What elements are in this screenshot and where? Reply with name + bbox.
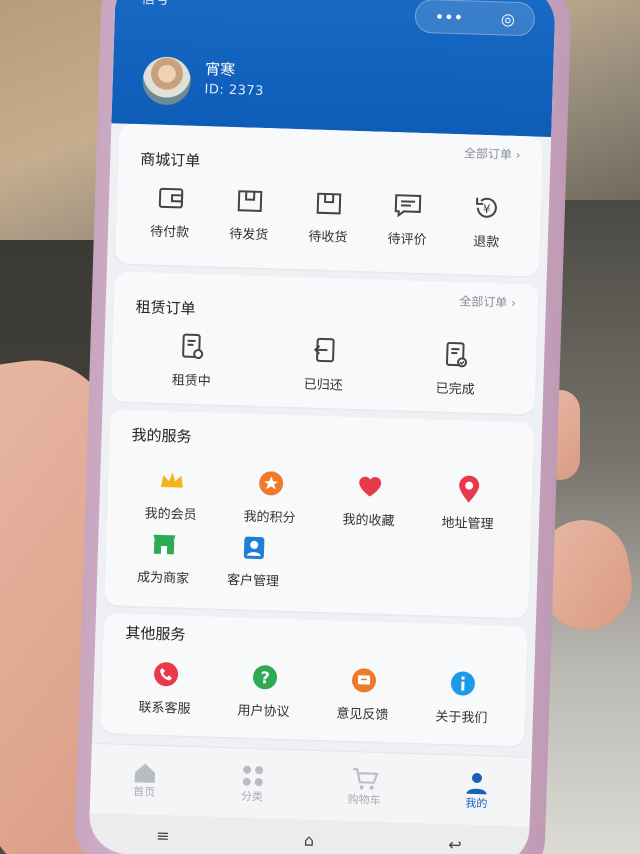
- order-pending-payment[interactable]: 待付款: [130, 182, 211, 241]
- rental-orders-card: 全部订单 › 租赁订单 租赁中 已归还 已完成: [110, 271, 539, 415]
- document-icon: [177, 331, 208, 362]
- other-services-title: 其他服务: [125, 623, 186, 644]
- tab-mine-label: 我的: [465, 796, 488, 810]
- home-icon: [134, 763, 155, 783]
- tab-category[interactable]: 分类: [240, 763, 265, 804]
- user-icon: [466, 772, 487, 794]
- rental-completed[interactable]: 已完成: [415, 339, 497, 398]
- order-pending-shipment[interactable]: 待发货: [209, 184, 290, 243]
- feedback-icon: [348, 665, 379, 696]
- service-address-label: 地址管理: [441, 515, 494, 533]
- package-icon: [314, 188, 345, 219]
- mini-program-capsule: ••• ◎: [414, 0, 536, 37]
- service-become-merchant-label: 成为商家: [136, 570, 190, 587]
- svg-text:?: ?: [260, 668, 270, 687]
- my-services-row-2: 成为商家 客户管理: [105, 527, 531, 597]
- order-pending-receipt[interactable]: 待收货: [288, 187, 369, 246]
- svg-text:¥: ¥: [483, 202, 491, 216]
- tab-home-label: 首页: [133, 784, 156, 799]
- cart-icon: [353, 767, 379, 790]
- rental-all-orders-link[interactable]: 全部订单 ›: [459, 292, 516, 311]
- phone: 信号 ••• ◎ 宵寒 ID: 2373 全部订单 › 商城订单 待付款 待发货: [73, 0, 573, 854]
- mall-orders-title: 商城订单: [139, 150, 201, 171]
- tab-cart-label: 购物车: [347, 792, 381, 807]
- other-user-agreement-label: 用户协议: [237, 703, 290, 721]
- rental-in-progress[interactable]: 租赁中: [151, 331, 233, 390]
- tab-cart[interactable]: 购物车: [347, 766, 381, 807]
- close-icon[interactable]: ◎: [501, 9, 516, 28]
- order-refund[interactable]: ¥ 退款: [446, 192, 527, 251]
- other-feedback[interactable]: 意见反馈: [322, 664, 404, 723]
- other-contact-support[interactable]: 联系客服: [124, 658, 206, 717]
- order-refund-label: 退款: [472, 234, 500, 251]
- tab-mine[interactable]: 我的: [464, 770, 489, 811]
- heart-icon: [354, 471, 385, 502]
- my-services-row-1: 我的会员 我的积分 我的收藏 地址管理: [107, 463, 533, 533]
- order-pending-review-label: 待评价: [387, 231, 427, 249]
- profile-header: 信号 ••• ◎ 宵寒 ID: 2373: [111, 0, 556, 138]
- tab-category-label: 分类: [240, 789, 264, 803]
- service-favorites-label: 我的收藏: [342, 512, 395, 530]
- order-pending-receipt-label: 待收货: [308, 229, 348, 246]
- service-membership[interactable]: 我的会员: [130, 464, 212, 523]
- my-services-title: 我的服务: [131, 425, 192, 446]
- info-icon: [447, 668, 478, 699]
- username: 宵寒: [204, 60, 236, 80]
- tab-home[interactable]: 首页: [132, 761, 157, 800]
- rental-completed-label: 已完成: [435, 381, 475, 398]
- avatar[interactable]: [141, 56, 192, 106]
- order-pending-shipment-label: 待发货: [229, 226, 269, 244]
- service-customer-management[interactable]: 客户管理: [213, 531, 295, 590]
- rental-returned[interactable]: 已归还: [283, 335, 365, 394]
- rental-returned-label: 已归还: [303, 377, 343, 394]
- user-id: ID: 2373: [204, 82, 265, 99]
- other-services-row: 联系客服 ? 用户协议 意见反馈 关于我们: [101, 657, 527, 727]
- other-user-agreement[interactable]: ? 用户协议: [223, 661, 305, 720]
- service-become-merchant[interactable]: 成为商家: [123, 528, 205, 587]
- order-pending-payment-label: 待付款: [149, 224, 190, 241]
- service-customer-management-label: 客户管理: [226, 573, 280, 590]
- mall-all-orders-link[interactable]: 全部订单 ›: [464, 144, 521, 163]
- back-icon[interactable]: ↩: [448, 835, 462, 854]
- mall-orders-row: 待付款 待发货 待收货 待评价 ¥ 退款: [116, 181, 542, 251]
- my-services-card: 我的服务 我的会员 我的积分 我的收藏 地址管理 成为商家 客户管理: [104, 409, 535, 619]
- home-nav-icon[interactable]: ⌂: [304, 830, 315, 849]
- contact-card-icon: [239, 531, 270, 562]
- return-icon: [309, 336, 340, 367]
- other-about-us-label: 关于我们: [435, 709, 488, 727]
- menu-icon[interactable]: ≡: [156, 825, 170, 844]
- phone-screen: 信号 ••• ◎ 宵寒 ID: 2373 全部订单 › 商城订单 待付款 待发货: [88, 0, 556, 854]
- comment-icon: [393, 190, 424, 221]
- other-contact-support-label: 联系客服: [138, 700, 191, 717]
- order-pending-review[interactable]: 待评价: [367, 189, 448, 248]
- rental-orders-row: 租赁中 已归还 已完成: [111, 329, 537, 399]
- service-address[interactable]: 地址管理: [427, 473, 509, 532]
- other-feedback-label: 意见反馈: [336, 706, 389, 724]
- document-check-icon: [441, 340, 472, 371]
- star-badge-icon: [255, 468, 286, 499]
- status-bar: 信号: [141, 0, 170, 9]
- help-icon: ?: [249, 662, 280, 693]
- wallet-icon: [155, 183, 186, 214]
- other-about-us[interactable]: 关于我们: [421, 667, 503, 726]
- phone-icon: [150, 659, 181, 690]
- service-favorites[interactable]: 我的收藏: [328, 470, 410, 529]
- location-pin-icon: [453, 474, 484, 505]
- rental-in-progress-label: 租赁中: [171, 373, 212, 390]
- service-points[interactable]: 我的积分: [229, 467, 311, 526]
- service-membership-label: 我的会员: [144, 506, 197, 524]
- crown-icon: [156, 465, 187, 496]
- more-icon[interactable]: •••: [435, 7, 464, 27]
- box-icon: [234, 185, 265, 216]
- refund-icon: ¥: [472, 193, 503, 224]
- shop-icon: [149, 529, 180, 560]
- service-points-label: 我的积分: [243, 509, 296, 527]
- grid-icon: [242, 765, 263, 786]
- rental-orders-title: 租赁订单: [135, 298, 196, 318]
- other-services-card: 其他服务 联系客服 ? 用户协议 意见反馈 关于我们: [100, 613, 528, 747]
- mall-orders-card: 全部订单 › 商城订单 待付款 待发货 待收货 待评价 ¥ 退款: [114, 123, 544, 277]
